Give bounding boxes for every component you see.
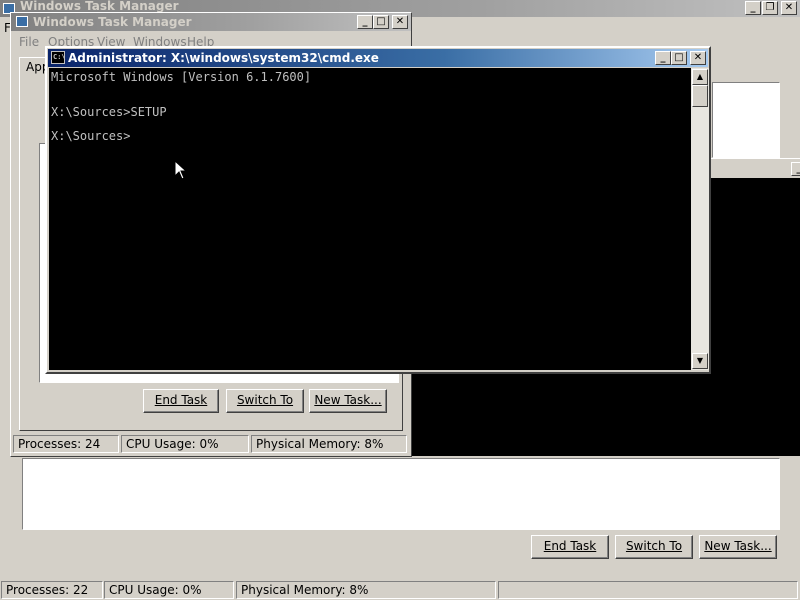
back-restore-button[interactable]: ❐	[762, 1, 778, 15]
cmd-vertical-scrollbar[interactable]: ▲ ▼	[691, 68, 709, 370]
cmd-window: C:\ Administrator: X:\windows\system32\c…	[45, 46, 711, 374]
new-task-button[interactable]: New Task...	[309, 389, 387, 413]
status-processes: Processes: 24	[13, 435, 119, 453]
scroll-down-button[interactable]: ▼	[692, 353, 708, 369]
taskmanager-icon	[16, 16, 28, 27]
task-manager-title: Windows Task Manager	[33, 15, 192, 29]
cursor-icon	[174, 160, 188, 180]
close-icon: ✕	[784, 2, 794, 13]
back-switch-to-button[interactable]: Switch To	[615, 535, 693, 559]
task-manager-minimize-button[interactable]: _	[357, 15, 373, 29]
back-black-panel-titlebar: _	[708, 158, 800, 179]
cmd-maximize-button[interactable]: □	[671, 51, 687, 65]
restore-icon: ❐	[765, 2, 775, 13]
back-status-empty	[498, 581, 798, 599]
back-status-cpu: CPU Usage: 0%	[104, 581, 234, 599]
cmd-window-title: Administrator: X:\windows\system32\cmd.e…	[68, 51, 379, 65]
maximize-icon: □	[376, 16, 386, 27]
task-manager-maximize-button[interactable]: □	[373, 15, 389, 29]
status-cpu: CPU Usage: 0%	[121, 435, 249, 453]
minimize-icon: _	[362, 16, 368, 27]
maximize-icon: □	[674, 52, 684, 63]
back-status-processes: Processes: 22	[1, 581, 103, 599]
minimize-icon: _	[750, 2, 756, 13]
task-manager-close-button[interactable]: ✕	[392, 15, 408, 29]
back-minimize-button[interactable]: _	[745, 1, 761, 15]
arrow-up-icon: ▲	[696, 72, 704, 81]
back-list-area-right	[712, 82, 780, 158]
console-line-setup: X:\Sources>SETUP	[51, 105, 167, 119]
minimize-icon: _	[660, 52, 666, 63]
close-icon: ✕	[693, 52, 703, 63]
back-status-bar: Processes: 22 CPU Usage: 0% Physical Mem…	[0, 581, 800, 600]
back-close-button[interactable]: ✕	[781, 1, 797, 15]
cmd-close-button[interactable]: ✕	[690, 51, 706, 65]
back-status-memory: Physical Memory: 8%	[236, 581, 496, 599]
back-panel-minimize-button[interactable]: _	[791, 162, 800, 176]
cmd-title-bar[interactable]: C:\ Administrator: X:\windows\system32\c…	[48, 49, 708, 67]
menu-file[interactable]: File	[19, 35, 39, 49]
back-end-task-button[interactable]: End Task	[531, 535, 609, 559]
status-memory: Physical Memory: 8%	[251, 435, 407, 453]
task-manager-status-bar: Processes: 24 CPU Usage: 0% Physical Mem…	[11, 435, 411, 455]
task-manager-title-bar[interactable]: Windows Task Manager _ □ ✕	[11, 13, 411, 31]
back-task-list[interactable]	[22, 458, 780, 530]
arrow-down-icon: ▼	[696, 356, 704, 365]
back-new-task-button[interactable]: New Task...	[699, 535, 777, 559]
cmd-minimize-button[interactable]: _	[655, 51, 671, 65]
cmd-console-area[interactable]: Microsoft Windows [Version 6.1.7600] X:\…	[49, 68, 691, 370]
switch-to-button[interactable]: Switch To	[226, 389, 304, 413]
cmd-icon: C:\	[51, 51, 66, 64]
console-line-prompt: X:\Sources>	[51, 129, 131, 143]
close-icon: ✕	[395, 16, 405, 27]
scroll-up-button[interactable]: ▲	[692, 69, 708, 85]
minimize-icon: _	[797, 163, 800, 174]
end-task-button[interactable]: End Task	[143, 389, 219, 413]
scroll-thumb[interactable]	[692, 85, 708, 107]
console-line-version: Microsoft Windows [Version 6.1.7600]	[51, 70, 312, 84]
